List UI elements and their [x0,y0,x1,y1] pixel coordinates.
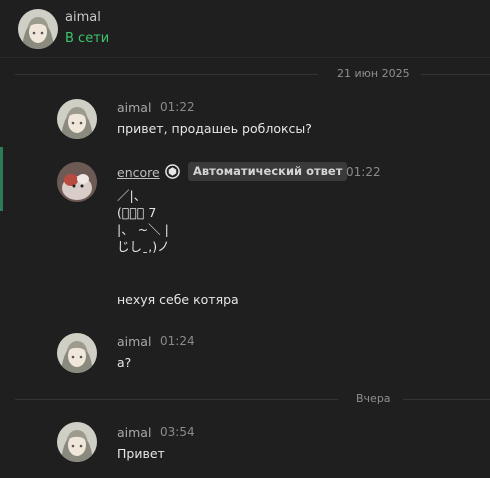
message-author[interactable]: aimal [117,100,151,115]
date-divider: 21 июн 2025 [15,67,490,81]
message-ascii-art: ／|、 (ﾟ、。 7 |、 ~＼ | じしˍ,)ノ [117,188,170,254]
avatar[interactable] [57,99,97,139]
date-divider: Вчера [15,392,490,406]
avatar[interactable] [57,422,97,462]
auto-reply-badge: Автоматический ответ [188,162,348,181]
online-status: В сети [65,31,110,46]
message: aimal 01:22 привет, продашеь роблоксы? [0,97,490,141]
message-time: 01:24 [160,334,195,348]
date-label: 21 июн 2025 [337,67,410,80]
avatar[interactable] [57,333,97,373]
avatar[interactable] [18,9,58,49]
badge-icon [165,164,180,179]
message-text: Привет [117,446,165,461]
contact-name[interactable]: aimal [65,10,101,25]
date-label: Вчера [356,392,391,405]
message-time: 01:22 [346,165,381,179]
message-author[interactable]: encore [117,165,160,180]
message-text: а? [117,355,132,370]
message: aimal 03:54 Привет [0,422,490,466]
message-time: 03:54 [160,425,195,439]
message-text: привет, продашеь роблоксы? [117,121,312,136]
message-author[interactable]: aimal [117,425,151,440]
message-text: нехуя себе котяра [117,292,239,307]
message-author[interactable]: aimal [117,334,151,349]
chat-header: aimal В сети [0,0,490,58]
message: aimal 01:24 а? [0,331,490,375]
message-time: 01:22 [160,100,195,114]
